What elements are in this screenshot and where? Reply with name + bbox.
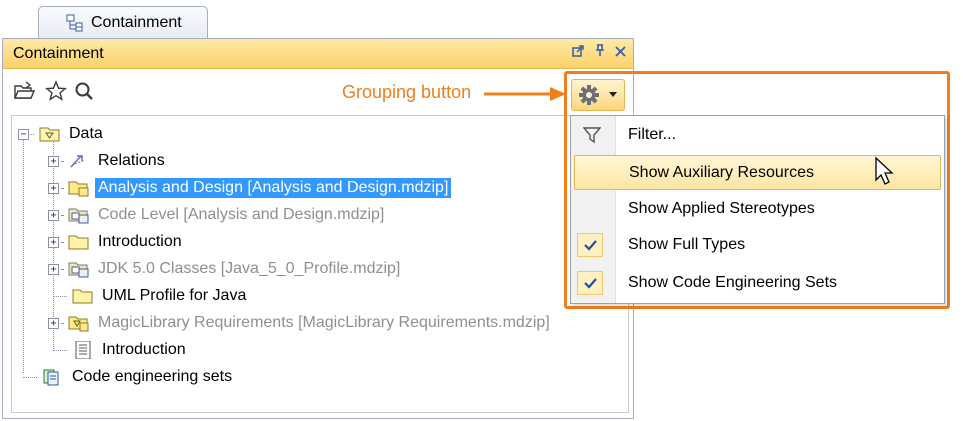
grouping-button[interactable] bbox=[571, 79, 625, 111]
menu-item-label: Show Auxiliary Resources bbox=[629, 164, 814, 181]
package-icon bbox=[39, 127, 60, 142]
tree-label: Code engineering sets bbox=[72, 368, 233, 385]
containment-tree[interactable]: − Data + Relations + Analysis and Design… bbox=[11, 115, 629, 413]
expand-icon[interactable]: + bbox=[48, 317, 59, 329]
tree-item-uml-profile-java[interactable]: UML Profile for Java bbox=[53, 284, 249, 308]
relations-icon bbox=[70, 155, 86, 168]
tree-root-code-engineering-sets[interactable]: Code engineering sets bbox=[23, 365, 235, 389]
tab-containment[interactable]: Containment bbox=[38, 6, 208, 38]
tree-label: Code Level [Analysis and Design.mdzip] bbox=[98, 206, 385, 223]
close-icon[interactable] bbox=[611, 44, 629, 62]
checkbox-checked bbox=[577, 233, 603, 257]
tree-label: Data bbox=[69, 125, 103, 142]
chevron-down-icon bbox=[609, 92, 617, 97]
menu-item-label: Filter... bbox=[628, 126, 677, 143]
search-icon[interactable] bbox=[73, 80, 95, 102]
checkmark-icon bbox=[584, 240, 597, 251]
folder-icon bbox=[68, 235, 89, 250]
tree-item-introduction-document[interactable]: Introduction bbox=[53, 338, 189, 362]
shared-package-icon bbox=[68, 181, 89, 197]
folder-icon bbox=[72, 289, 93, 304]
menu-item-label: Show Applied Stereotypes bbox=[628, 200, 815, 217]
menu-item-show-applied-stereotypes[interactable]: Show Applied Stereotypes bbox=[571, 192, 944, 227]
panel-title: Containment bbox=[13, 45, 104, 62]
tree-item-magiclibrary-requirements[interactable]: + MagicLibrary Requirements [MagicLibrar… bbox=[48, 311, 553, 335]
favorite-star-icon[interactable] bbox=[45, 80, 67, 102]
float-icon[interactable] bbox=[569, 44, 587, 62]
open-folder-icon[interactable] bbox=[13, 80, 35, 102]
menu-item-label: Show Code Engineering Sets bbox=[628, 274, 838, 291]
expand-icon[interactable]: + bbox=[48, 182, 59, 194]
tree-label: Relations bbox=[98, 152, 165, 169]
expand-icon[interactable]: + bbox=[48, 263, 59, 275]
containment-tree-icon bbox=[66, 14, 83, 31]
tree-item-relations[interactable]: + Relations bbox=[48, 149, 168, 173]
menu-item-show-full-types[interactable]: Show Full Types bbox=[571, 228, 944, 263]
checkmark-icon bbox=[584, 278, 597, 289]
annotation-arrow-icon bbox=[484, 87, 566, 101]
tree-label: MagicLibrary Requirements [MagicLibrary … bbox=[98, 314, 550, 331]
tree-item-jdk-classes[interactable]: + JDK 5.0 Classes [Java_5_0_Profile.mdzi… bbox=[48, 257, 403, 281]
tree-label: Analysis and Design [Analysis and Design… bbox=[95, 178, 452, 198]
tree-label: JDK 5.0 Classes [Java_5_0_Profile.mdzip] bbox=[98, 260, 401, 277]
expand-icon[interactable]: + bbox=[48, 236, 59, 248]
tree-item-code-level[interactable]: + Code Level [Analysis and Design.mdzip] bbox=[48, 203, 387, 227]
gear-icon bbox=[579, 85, 599, 105]
menu-item-filter[interactable]: Filter... bbox=[571, 118, 944, 153]
tree-item-introduction-folder[interactable]: + Introduction bbox=[48, 230, 185, 254]
shared-model-icon bbox=[68, 262, 89, 278]
tab-label: Containment bbox=[91, 13, 182, 31]
menu-item-label: Show Full Types bbox=[628, 236, 746, 253]
shared-model-icon bbox=[68, 208, 89, 224]
menu-item-show-code-engineering-sets[interactable]: Show Code Engineering Sets bbox=[571, 266, 944, 301]
tree-label: Introduction bbox=[102, 341, 186, 358]
checkbox-checked bbox=[577, 271, 603, 295]
tree-label: Introduction bbox=[98, 233, 182, 250]
panel-titlebar: Containment bbox=[3, 39, 633, 69]
shared-package-icon bbox=[68, 316, 89, 332]
pin-icon[interactable] bbox=[591, 44, 609, 62]
tree-root-data[interactable]: − Data bbox=[18, 122, 106, 146]
grouping-button-annotation: Grouping button bbox=[342, 82, 472, 102]
filter-icon bbox=[583, 127, 601, 144]
tree-item-analysis-and-design[interactable]: + Analysis and Design [Analysis and Desi… bbox=[48, 176, 452, 200]
mouse-cursor-icon bbox=[875, 156, 894, 185]
grouping-menu: Filter... Show Auxiliary Resources Show … bbox=[570, 115, 945, 304]
tree-label: UML Profile for Java bbox=[102, 287, 247, 304]
document-icon bbox=[75, 341, 91, 359]
code-engineering-icon bbox=[43, 369, 59, 386]
collapse-icon[interactable]: − bbox=[18, 128, 29, 140]
expand-icon[interactable]: + bbox=[48, 155, 59, 167]
expand-icon[interactable]: + bbox=[48, 209, 59, 221]
